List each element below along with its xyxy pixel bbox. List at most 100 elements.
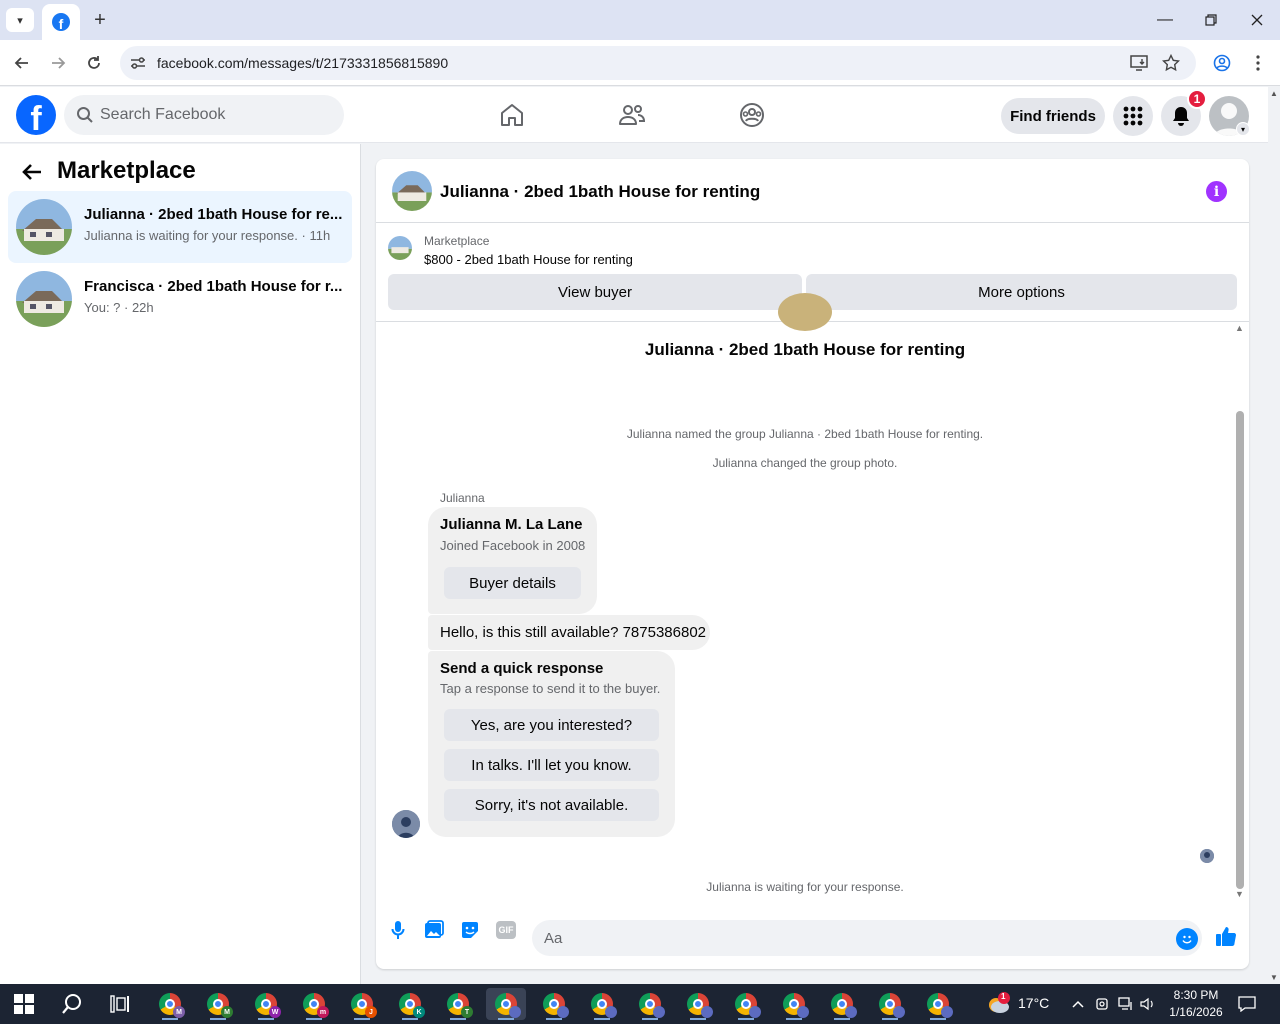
more-options-button[interactable]: More options (806, 274, 1237, 310)
install-app-icon[interactable] (1129, 53, 1149, 73)
facebook-logo-icon[interactable]: f (16, 95, 56, 135)
scrollbar-thumb[interactable] (1236, 411, 1244, 889)
notification-count-badge: 1 (1187, 89, 1207, 109)
quick-response-option[interactable]: Yes, are you interested? (444, 709, 659, 741)
chrome-taskbar-icon[interactable]: T (438, 988, 478, 1020)
scroll-down-arrow-icon[interactable]: ▼ (1270, 973, 1278, 982)
chat-scrollbar[interactable]: ▲ ▼ (1233, 323, 1249, 903)
emoji-icon[interactable] (1176, 928, 1198, 950)
chrome-taskbar-icon[interactable] (486, 988, 526, 1020)
profile-badge (653, 1006, 665, 1018)
browser-menu-icon[interactable] (1246, 51, 1270, 75)
notification-center-icon[interactable] (1237, 994, 1257, 1014)
search-input[interactable] (100, 95, 336, 135)
microphone-icon[interactable] (386, 918, 410, 942)
network-icon[interactable] (1116, 994, 1136, 1014)
volume-icon[interactable] (1138, 994, 1158, 1014)
chrome-taskbar-icon[interactable] (534, 988, 574, 1020)
search-box[interactable] (64, 95, 344, 135)
close-window-icon[interactable] (1242, 8, 1272, 32)
scroll-down-arrow-icon[interactable]: ▼ (1235, 889, 1244, 899)
back-arrow-icon[interactable] (20, 160, 44, 184)
chrome-taskbar-icon[interactable] (678, 988, 718, 1020)
profile-badge (941, 1006, 953, 1018)
clock-time[interactable]: 8:30 PM (1160, 988, 1232, 1002)
chrome-taskbar-icon[interactable] (774, 988, 814, 1020)
like-thumbs-up-icon[interactable] (1214, 924, 1238, 948)
chrome-taskbar-icon[interactable] (726, 988, 766, 1020)
chrome-taskbar-icon[interactable]: M (198, 988, 238, 1020)
quick-response-title: Send a quick response (440, 660, 604, 677)
running-indicator (738, 1018, 754, 1020)
listing-thumbnail[interactable] (388, 236, 412, 260)
chat-header: Julianna · 2bed 1bath House for renting … (376, 159, 1249, 223)
conversation-item[interactable]: Julianna · 2bed 1bath House for re... Ju… (8, 191, 352, 263)
taskbar-search-icon[interactable] (52, 988, 92, 1020)
chat-title[interactable]: Julianna · 2bed 1bath House for renting (440, 182, 760, 202)
site-info-icon[interactable] (128, 53, 148, 73)
chevron-down-icon[interactable]: ▾ (1236, 122, 1250, 136)
restore-window-icon[interactable] (1196, 8, 1226, 32)
omnibox[interactable]: facebook.com/messages/t/2173331856815890 (120, 46, 1196, 80)
url-text[interactable]: facebook.com/messages/t/2173331856815890 (157, 55, 448, 71)
profile-icon[interactable] (1210, 51, 1234, 75)
reload-icon[interactable] (82, 51, 106, 75)
gif-icon[interactable]: GIF (494, 918, 518, 942)
meet-now-icon[interactable] (1092, 994, 1112, 1014)
photo-icon[interactable] (422, 918, 446, 942)
bookmark-star-icon[interactable] (1161, 53, 1181, 73)
back-arrow-icon[interactable] (10, 51, 34, 75)
scroll-up-arrow-icon[interactable]: ▲ (1270, 89, 1278, 98)
chrome-icon (783, 993, 809, 1018)
chrome-taskbar-icon[interactable] (582, 988, 622, 1020)
message-input-box[interactable] (532, 920, 1202, 956)
home-icon[interactable] (496, 99, 528, 131)
conversation-item[interactable]: Francisca · 2bed 1bath House for r... Yo… (8, 263, 352, 335)
sticker-icon[interactable] (458, 918, 482, 942)
sender-avatar[interactable] (392, 810, 420, 838)
gif-label: GIF (496, 921, 516, 939)
message-input[interactable] (544, 920, 1164, 956)
group-photo[interactable] (392, 171, 432, 211)
message-bubble[interactable]: Hello, is this still available? 78753868… (428, 615, 710, 650)
minimize-window-icon[interactable]: — (1150, 8, 1180, 32)
buyer-details-button[interactable]: Buyer details (444, 567, 581, 599)
tab-search-dropdown-icon[interactable]: ▾ (6, 8, 34, 32)
new-tab-button[interactable]: + (88, 8, 112, 32)
friends-icon[interactable] (616, 99, 648, 131)
find-friends-button[interactable]: Find friends (1001, 98, 1105, 134)
chrome-taskbar-icon[interactable] (870, 988, 910, 1020)
weather-badge: 1 (1001, 992, 1006, 1001)
system-message: Julianna changed the group photo. (712, 456, 898, 470)
weather-icon[interactable]: 1 (984, 990, 1012, 1018)
chrome-taskbar-icon[interactable] (630, 988, 670, 1020)
chevron-up-icon[interactable] (1068, 994, 1088, 1014)
chrome-taskbar-icon[interactable]: K (390, 988, 430, 1020)
scroll-up-arrow-icon[interactable]: ▲ (1235, 323, 1244, 333)
chrome-taskbar-icon[interactable]: J (342, 988, 382, 1020)
task-view-icon[interactable] (100, 988, 140, 1020)
running-indicator (498, 1018, 514, 1020)
quick-response-option[interactable]: In talks. I'll let you know. (444, 749, 659, 781)
menu-grid-icon[interactable] (1113, 96, 1153, 136)
forward-arrow-icon[interactable] (46, 51, 70, 75)
page-scrollbar[interactable]: ▲ ▼ (1268, 87, 1280, 984)
chrome-taskbar-icon[interactable]: m (294, 988, 334, 1020)
windows-start-icon[interactable] (14, 994, 34, 1014)
browser-tab-facebook[interactable]: f (42, 4, 80, 40)
chrome-taskbar-icon[interactable] (918, 988, 958, 1020)
quick-response-option[interactable]: Sorry, it's not available. (444, 789, 659, 821)
running-indicator (210, 1018, 226, 1020)
chrome-taskbar-icon[interactable]: W (246, 988, 286, 1020)
running-indicator (402, 1018, 418, 1020)
clock-date[interactable]: 1/16/2026 (1160, 1005, 1232, 1019)
view-buyer-button[interactable]: View buyer (388, 274, 802, 310)
chrome-taskbar-icon[interactable] (822, 988, 862, 1020)
temperature-text[interactable]: 17°C (1018, 995, 1049, 1011)
info-icon[interactable]: i (1206, 181, 1227, 202)
groups-icon[interactable] (736, 99, 768, 131)
browser-address-bar: facebook.com/messages/t/2173331856815890 (0, 40, 1280, 86)
listing-title[interactable]: $800 - 2bed 1bath House for renting (424, 252, 633, 267)
chrome-taskbar-icon[interactable]: M (150, 988, 190, 1020)
running-indicator (258, 1018, 274, 1020)
